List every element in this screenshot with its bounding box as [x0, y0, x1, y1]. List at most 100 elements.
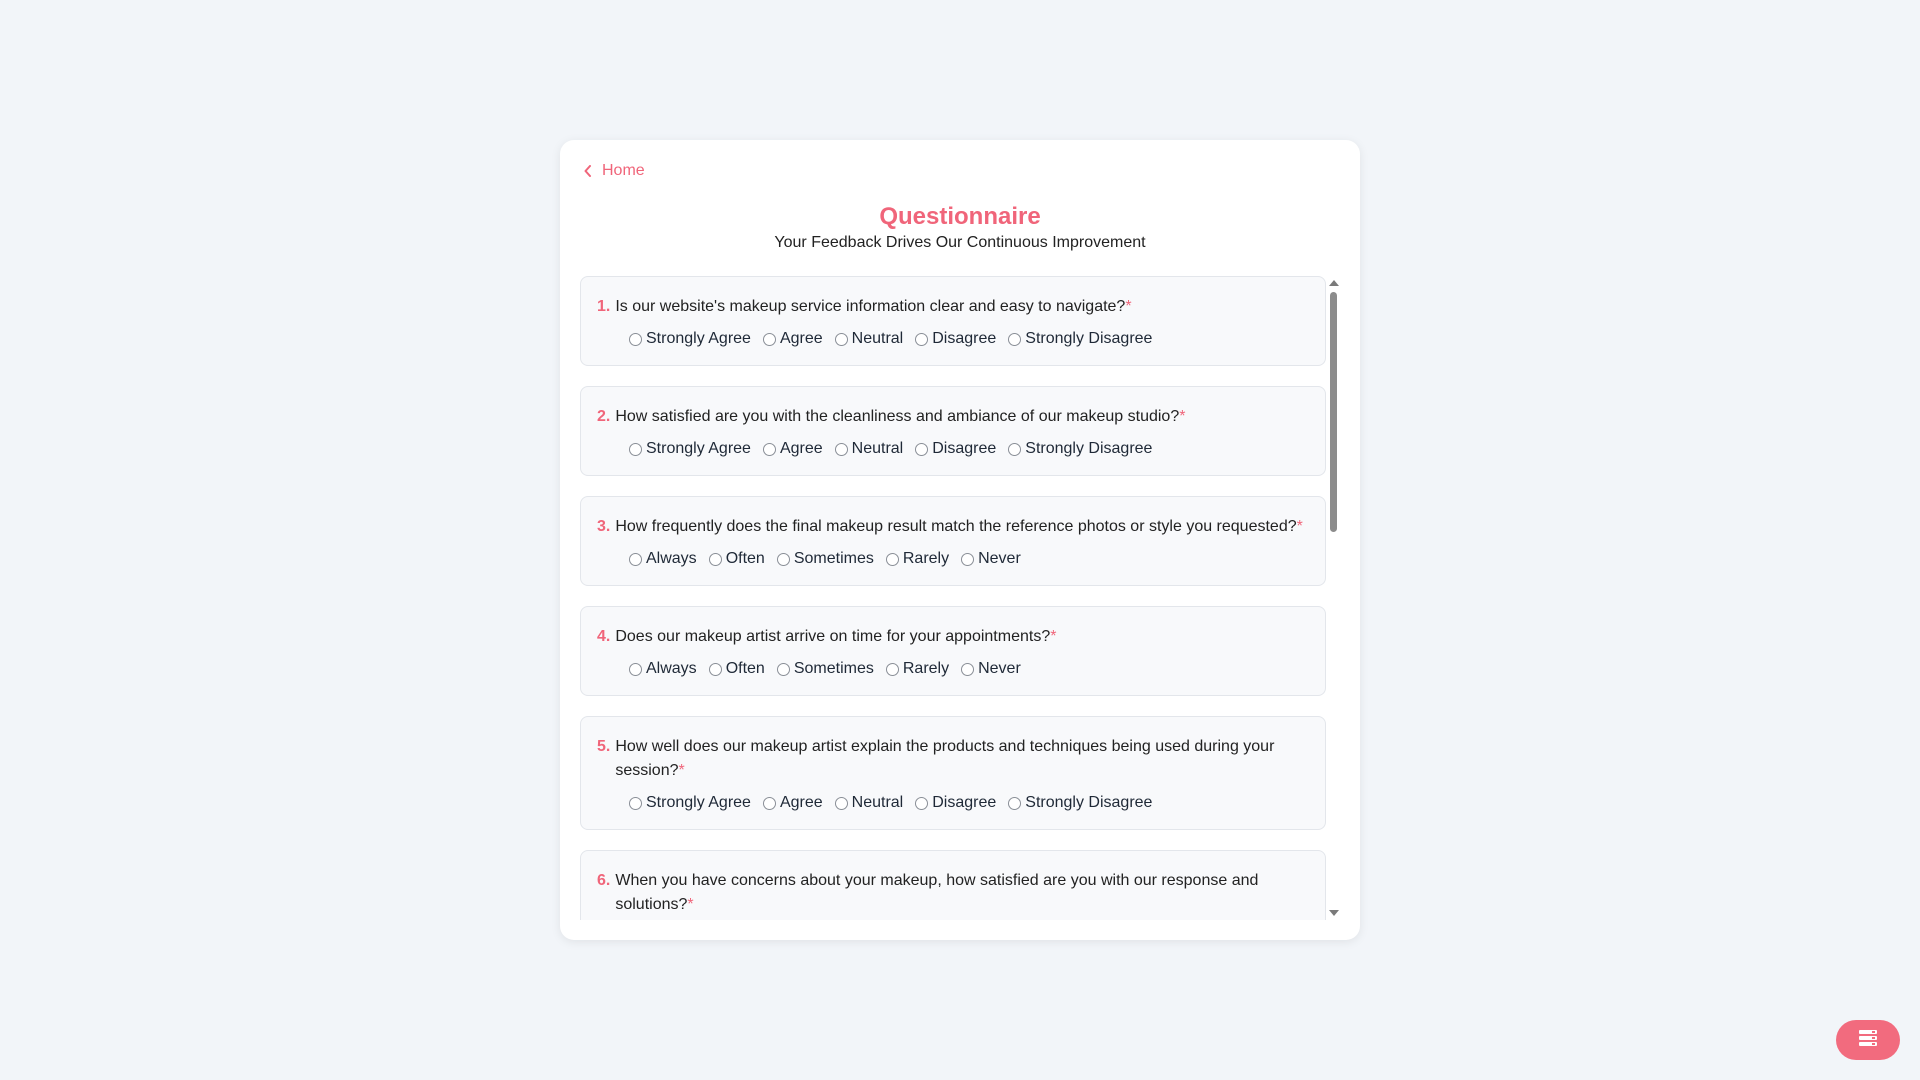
question-number: 5.	[597, 738, 611, 755]
radio-button[interactable]	[708, 552, 722, 566]
radio-button[interactable]	[915, 796, 929, 810]
answer-option[interactable]: Strongly Agree	[629, 437, 751, 461]
question-text: Is our website's makeup service informat…	[615, 298, 1126, 315]
answer-option[interactable]: Always	[629, 547, 697, 571]
answer-option-label: Never	[978, 550, 1021, 567]
answer-option-label: Agree	[779, 440, 823, 457]
answer-option[interactable]: Agree	[762, 437, 823, 461]
radio-button[interactable]	[1008, 442, 1022, 456]
answer-option[interactable]: Never	[961, 657, 1021, 681]
chevron-left-icon	[584, 165, 592, 177]
radio-button[interactable]	[834, 796, 848, 810]
scrollbar[interactable]	[1326, 276, 1340, 920]
answer-option[interactable]: Never	[961, 547, 1021, 571]
answer-option[interactable]: Strongly Disagree	[1008, 791, 1152, 815]
radio-button[interactable]	[629, 552, 642, 566]
radio-button[interactable]	[1008, 796, 1022, 810]
answer-option[interactable]: Neutral	[834, 437, 903, 461]
radio-button[interactable]	[915, 332, 929, 346]
radio-button[interactable]	[776, 552, 790, 566]
question-text-row: 4. Does our makeup artist arrive on time …	[597, 625, 1309, 649]
answer-option-label: Rarely	[902, 660, 950, 677]
answer-option-label: Disagree	[932, 440, 997, 457]
answer-options: Strongly Agree Agree Neutral Disagree Strong…	[597, 791, 1309, 815]
menu-button[interactable]	[1836, 1020, 1900, 1060]
question-number: 1.	[597, 298, 611, 315]
radio-button[interactable]	[961, 552, 975, 566]
question-number: 6.	[597, 872, 611, 889]
answer-option[interactable]: Disagree	[915, 437, 996, 461]
radio-button[interactable]	[629, 662, 642, 676]
question-body: How frequently does the final makeup res…	[615, 515, 1303, 539]
answer-option-label: Agree	[779, 794, 823, 811]
answer-option[interactable]: Sometimes	[776, 657, 874, 681]
answer-option[interactable]: Agree	[762, 327, 823, 351]
required-asterisk: *	[1050, 628, 1057, 645]
radio-button[interactable]	[629, 442, 642, 456]
required-asterisk: *	[678, 762, 685, 779]
answer-options: Always Often Sometimes Rarely Never	[597, 657, 1309, 681]
question-body: How satisfied are you with the cleanline…	[615, 405, 1185, 429]
answer-option[interactable]: Rarely	[885, 657, 950, 681]
page-title: Questionnaire	[879, 203, 1041, 230]
question-body: When you have concerns about your makeup…	[615, 869, 1309, 917]
page-header: Questionnaire Your Feedback Drives Our C…	[560, 202, 1360, 252]
question-body: Is our website's makeup service informat…	[615, 295, 1131, 319]
answer-options: Always Often Sometimes Rarely Never	[597, 547, 1309, 571]
radio-button[interactable]	[915, 442, 929, 456]
answer-option[interactable]: Sometimes	[776, 547, 874, 571]
answer-option[interactable]: Strongly Agree	[629, 791, 751, 815]
answer-option-label: Strongly Agree	[646, 440, 751, 457]
radio-button[interactable]	[961, 662, 975, 676]
radio-button[interactable]	[629, 332, 642, 346]
radio-button[interactable]	[834, 442, 848, 456]
required-asterisk: *	[1179, 408, 1186, 425]
questionnaire-card: Home Questionnaire Your Feedback Drives …	[560, 140, 1360, 940]
answer-option[interactable]: Often	[708, 547, 765, 571]
answer-option[interactable]: Disagree	[915, 327, 996, 351]
answer-option[interactable]: Strongly Agree	[629, 327, 751, 351]
question-text: Does our makeup artist arrive on time fo…	[615, 628, 1051, 645]
answer-option[interactable]: Neutral	[834, 791, 903, 815]
home-link[interactable]: Home	[584, 162, 645, 180]
question-text: When you have concerns about your makeup…	[615, 872, 1259, 913]
answer-option[interactable]: Rarely	[885, 547, 949, 571]
radio-button[interactable]	[834, 332, 848, 346]
radio-button[interactable]	[629, 796, 642, 810]
answer-option[interactable]: Strongly Disagree	[1008, 437, 1152, 461]
question-text-row: 1. Is our website's makeup service inform…	[597, 295, 1309, 319]
answer-option-label: Agree	[779, 330, 823, 347]
radio-button[interactable]	[762, 332, 776, 346]
answer-option[interactable]: Strongly Disagree	[1008, 327, 1152, 351]
answer-option-label: Always	[646, 550, 697, 567]
radio-button[interactable]	[885, 662, 899, 676]
required-asterisk: *	[1125, 298, 1132, 315]
radio-button[interactable]	[776, 662, 790, 676]
required-asterisk: *	[687, 896, 694, 913]
answer-option-label: Strongly Disagree	[1025, 440, 1153, 457]
answer-option[interactable]: Agree	[762, 791, 823, 815]
radio-button[interactable]	[708, 662, 722, 676]
scroll-up-arrow-icon[interactable]	[1329, 280, 1339, 286]
radio-button[interactable]	[1008, 332, 1022, 346]
answer-option-label: Disagree	[932, 330, 997, 347]
answer-option-label: Often	[725, 550, 765, 567]
radio-button[interactable]	[762, 442, 776, 456]
answer-option[interactable]: Neutral	[834, 327, 903, 351]
question-number: 3.	[597, 518, 611, 535]
answer-options: Strongly Agree Agree Neutral Disagree Strong…	[597, 327, 1309, 351]
answer-option[interactable]: Often	[708, 657, 765, 681]
radio-button[interactable]	[885, 552, 899, 566]
answer-option[interactable]: Always	[629, 657, 697, 681]
scrollbar-thumb[interactable]	[1330, 292, 1337, 532]
question-body: Does our makeup artist arrive on time fo…	[615, 625, 1056, 649]
answer-option-label: Strongly Agree	[646, 330, 751, 347]
questions-list[interactable]: 1. Is our website's makeup service inform…	[580, 276, 1326, 920]
question-number: 4.	[597, 628, 611, 645]
scroll-down-arrow-icon[interactable]	[1329, 910, 1339, 916]
answer-option[interactable]: Disagree	[915, 791, 996, 815]
answer-options: Strongly Agree Agree Neutral Disagree Strong…	[597, 437, 1309, 461]
question-text-row: 2. How satisfied are you with the cleanli…	[597, 405, 1309, 429]
radio-button[interactable]	[762, 796, 776, 810]
answer-option-label: Often	[725, 660, 765, 677]
